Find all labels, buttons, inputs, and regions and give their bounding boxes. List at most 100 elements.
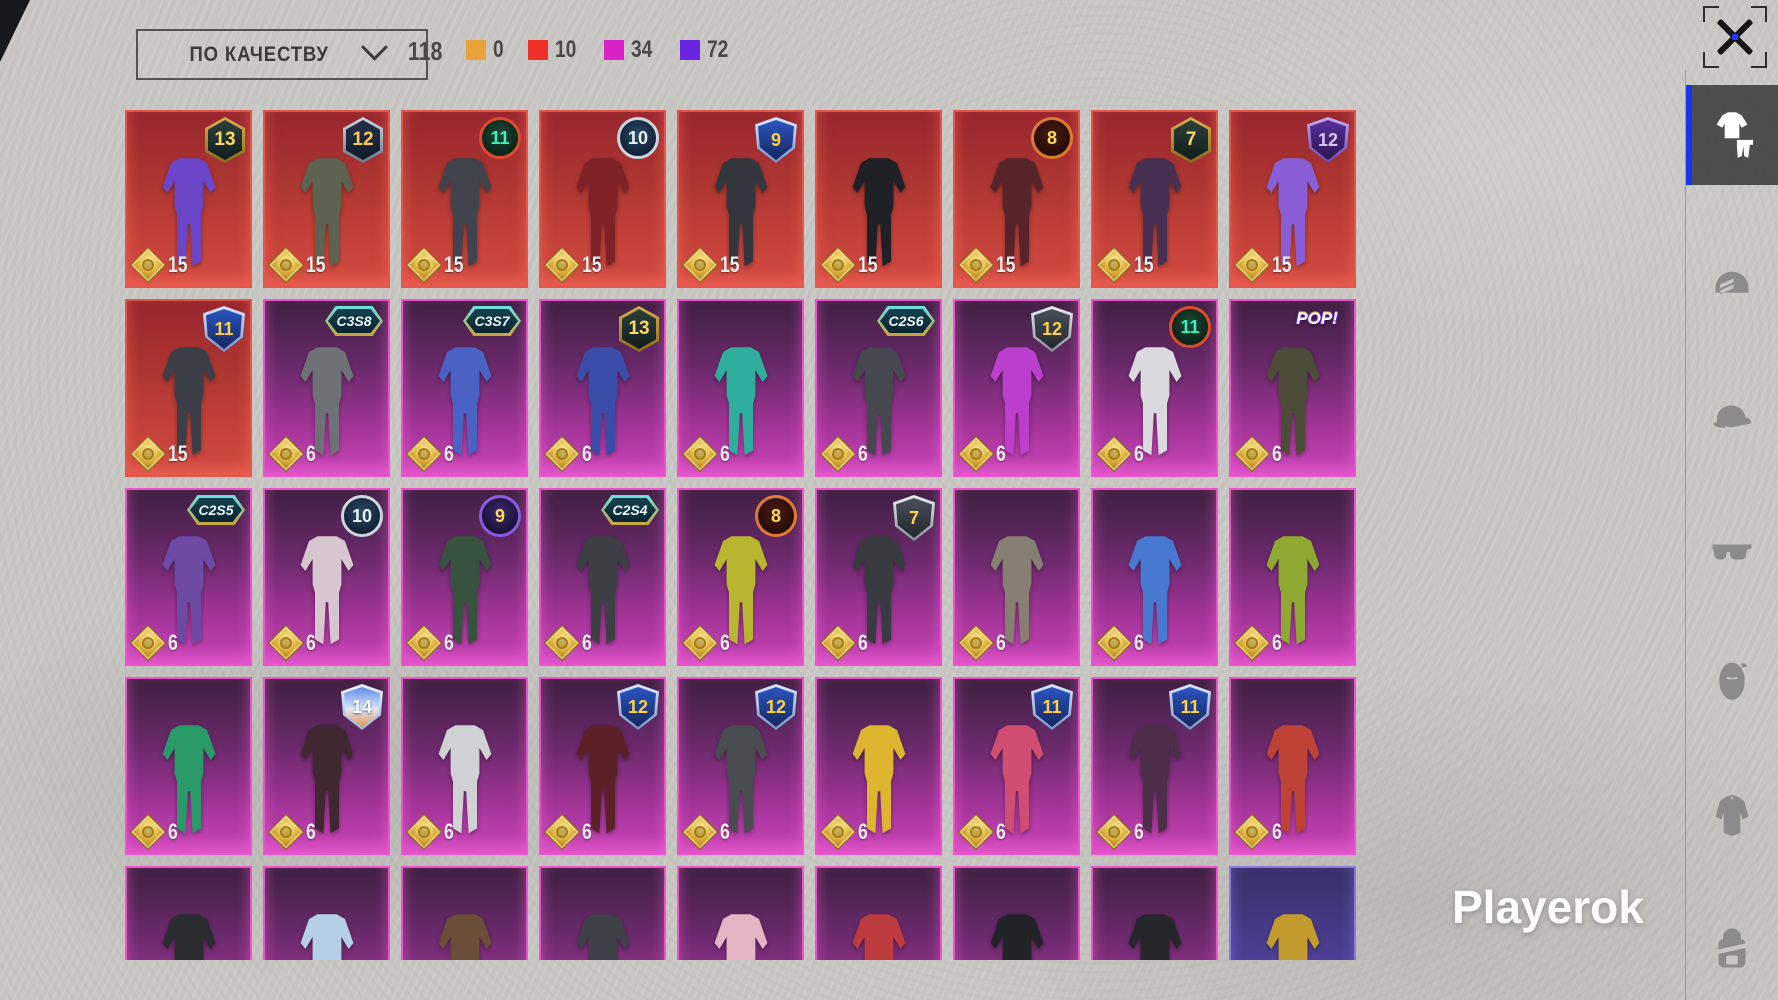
coin-icon [1233,813,1271,851]
duplicate-count-value: 6 [582,630,592,655]
item-tile[interactable] [125,866,252,960]
coin-icon [819,435,857,473]
item-tile[interactable]: 6 [1091,488,1218,666]
item-tile[interactable]: 86 [677,488,804,666]
season-badge: C2S5 [187,495,245,525]
sidebar-tab-glasses[interactable] [1686,501,1778,597]
item-tile[interactable]: 12 6 [539,677,666,855]
item-tile[interactable] [263,866,390,960]
item-tile[interactable] [815,866,942,960]
item-tile[interactable] [677,866,804,960]
level-badge-text: 13 [628,318,650,339]
duplicate-count: 15 [267,246,330,284]
item-tile[interactable]: 14 6 [263,677,390,855]
item-tile[interactable]: 11 6 [953,677,1080,855]
item-tile[interactable]: 11 15 [125,299,252,477]
duplicate-count: 6 [543,435,594,473]
level-badge-text: 10 [351,505,373,526]
item-tile[interactable]: 8 15 [953,110,1080,288]
duplicate-count-value: 15 [996,252,1016,277]
level-badge: 8 [755,495,797,537]
sidebar-tab-jacket[interactable] [1686,767,1778,863]
season-badge: C2S4 [601,495,659,525]
duplicate-count-value: 6 [582,819,592,844]
level-badge-text: 9 [494,505,505,526]
item-tile[interactable]: 6 [401,677,528,855]
item-tile[interactable]: 12 15 [263,110,390,288]
duplicate-count-value: 6 [1134,630,1144,655]
coin-icon [957,813,995,851]
duplicate-count: 6 [1095,813,1146,851]
coin-icon [543,246,581,284]
duplicate-count-value: 6 [996,630,1006,655]
item-tile[interactable]: 6 [125,677,252,855]
duplicate-count-value: 6 [1134,819,1144,844]
item-tile[interactable]: C2S6 6 [815,299,942,477]
item-tile[interactable]: 6 [815,677,942,855]
duplicate-count-value: 6 [996,441,1006,466]
sidebar-tab-backpack[interactable] [1686,900,1778,996]
item-tile[interactable]: C2S4 6 [539,488,666,666]
outfit-silhouette [438,914,491,960]
level-badge: 10 [617,117,659,159]
item-tile[interactable] [401,866,528,960]
outfit-silhouette [576,914,629,960]
sidebar-tab-mask[interactable] [1686,634,1778,730]
legend-swatch-violet [679,40,700,60]
sidebar-tab-outfit[interactable] [1686,85,1778,185]
item-tile[interactable]: C3S7 6 [401,299,528,477]
item-tile[interactable]: 11 6 [1091,677,1218,855]
close-button[interactable] [1703,6,1767,68]
level-badge-text: 8 [770,505,781,526]
duplicate-count-value: 6 [444,441,454,466]
item-tile[interactable]: 13 15 [125,110,252,288]
item-tile[interactable] [953,866,1080,960]
coin-icon [957,624,995,662]
item-tile[interactable]: 10 6 [263,488,390,666]
item-tile[interactable]: 10 15 [539,110,666,288]
item-tile[interactable]: 96 [401,488,528,666]
level-badge-text: 14 [351,696,373,717]
coin-icon [405,435,443,473]
item-tile[interactable]: 15 [815,110,942,288]
item-tile[interactable]: 12 15 [1229,110,1356,288]
duplicate-count-value: 6 [444,630,454,655]
item-tile[interactable]: 7 15 [1091,110,1218,288]
item-tile[interactable]: 11 15 [401,110,528,288]
sort-quality-dropdown[interactable]: ПО КАЧЕСТВУ [136,29,428,80]
season-badge: C2S6 [877,306,935,336]
item-tile[interactable]: 6 [953,488,1080,666]
item-tile[interactable]: 12 6 [677,677,804,855]
item-tile[interactable]: POP! 6 [1229,299,1356,477]
item-tile[interactable]: 13 6 [539,299,666,477]
duplicate-count: 6 [129,624,180,662]
duplicate-count-value: 15 [168,441,188,466]
item-tile[interactable] [1229,866,1356,960]
item-tile[interactable] [1091,866,1218,960]
season-badge-text: C3S7 [474,313,510,329]
duplicate-count: 15 [543,246,606,284]
duplicate-count-value: 6 [858,630,868,655]
item-tile[interactable]: 76 [815,488,942,666]
item-tile[interactable]: 9 15 [677,110,804,288]
level-badge-text: 11 [1180,316,1200,337]
item-tile[interactable] [539,866,666,960]
legend-count: 0 [493,36,504,63]
item-tile[interactable]: 6 [677,299,804,477]
level-badge: 9 [479,495,521,537]
duplicate-count: 6 [681,624,732,662]
coin-icon [819,246,857,284]
item-tile[interactable]: C3S8 6 [263,299,390,477]
item-tile[interactable]: C2S5 6 [125,488,252,666]
coin-icon [681,813,719,851]
coin-icon [1233,435,1271,473]
item-tile[interactable]: 11 6 [1091,299,1218,477]
duplicate-count: 6 [405,435,456,473]
duplicate-count: 6 [681,813,732,851]
item-tile[interactable]: 6 [1229,488,1356,666]
item-tile[interactable]: 6 [1229,677,1356,855]
sidebar-tab-helmet[interactable] [1686,235,1778,331]
item-tile[interactable]: 12 6 [953,299,1080,477]
duplicate-count-value: 6 [582,441,592,466]
sidebar-tab-cap[interactable] [1686,368,1778,464]
